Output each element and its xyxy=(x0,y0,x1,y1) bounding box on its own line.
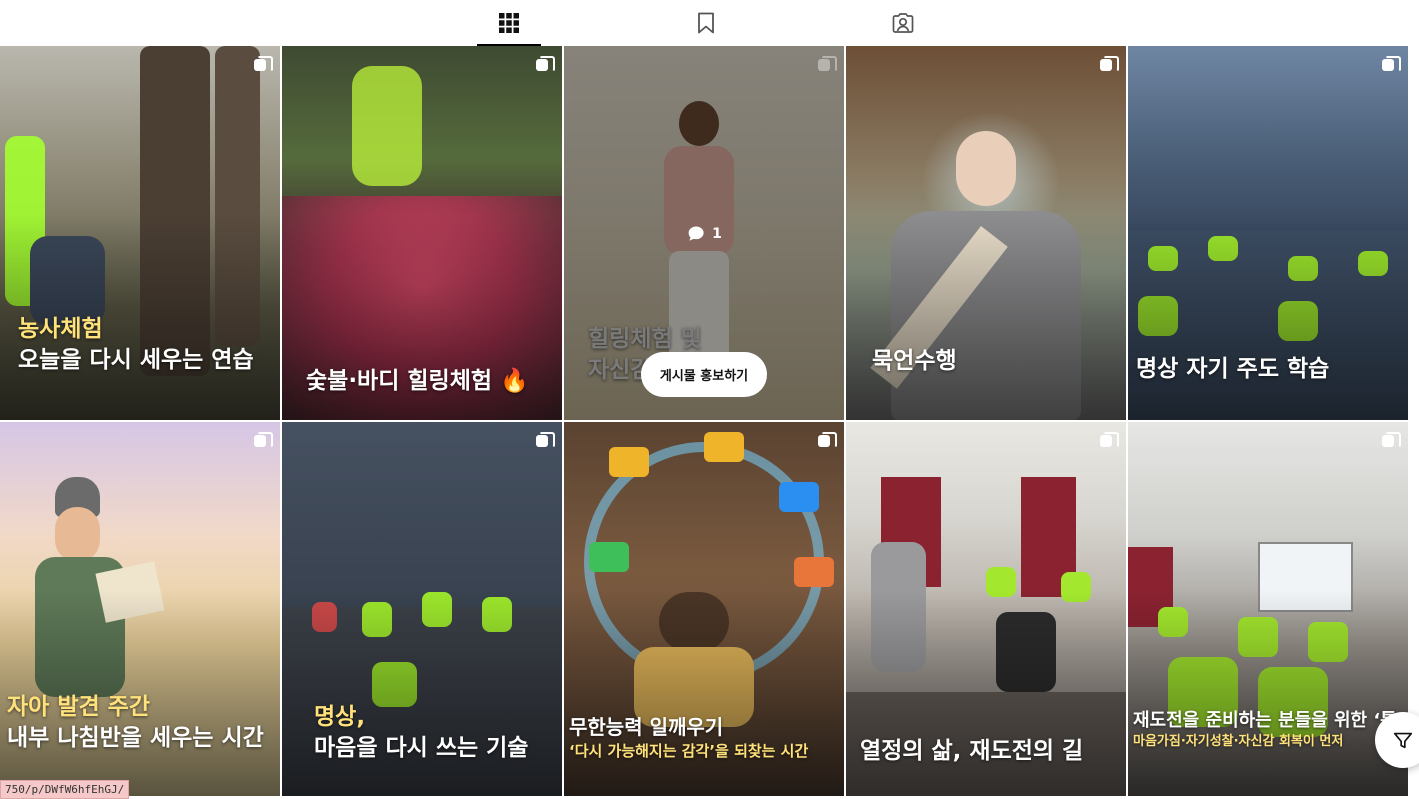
tagged-person-icon xyxy=(892,13,914,33)
status-bar-url: 750/p/DWfW6hfEhGJ/ xyxy=(0,780,130,799)
caption-line: 내부 나침반을 세우는 시간 xyxy=(7,725,264,752)
comment-icon xyxy=(688,226,704,241)
post-caption: 농사체험 오늘을 다시 세우는 연습 xyxy=(18,314,270,376)
carousel-icon xyxy=(818,432,837,448)
post-tile[interactable]: 농사체험 오늘을 다시 세우는 연습 xyxy=(0,46,281,421)
carousel-icon xyxy=(536,56,555,72)
post-tile[interactable]: 자아 발견 주간 내부 나침반을 세우는 시간 xyxy=(0,422,281,797)
carousel-icon xyxy=(818,56,837,72)
caption-line: 재도전을 준비하는 분들을 위한 ‘특 xyxy=(1133,710,1397,731)
post-grid: 농사체험 오늘을 다시 세우는 연습 숯불·바디 힐링체험 🔥 힐링체험 및 자… xyxy=(0,46,1410,799)
post-tile[interactable]: 재도전을 준비하는 분들을 위한 ‘특 마음가짐·자기성찰·자신감 회복이 먼저 xyxy=(1128,422,1409,797)
caption-line: 무한능력 일깨우기 xyxy=(569,715,724,739)
post-caption: 재도전을 준비하는 분들을 위한 ‘특 마음가짐·자기성찰·자신감 회복이 먼저 xyxy=(1133,709,1408,751)
caption-line: 마음을 다시 쓰는 기술 xyxy=(314,735,529,762)
comment-count: 1 xyxy=(686,224,722,244)
post-tile[interactable]: 명상 자기 주도 학습 xyxy=(1128,46,1409,421)
caption-shade xyxy=(846,214,1126,420)
caption-line: 명상, xyxy=(314,704,366,730)
carousel-icon xyxy=(1100,56,1119,72)
bookmark-icon xyxy=(698,12,714,34)
post-caption: 명상 자기 주도 학습 xyxy=(1136,354,1398,385)
post-caption: 명상, 마음을 다시 쓰는 기술 xyxy=(314,702,552,764)
carousel-icon xyxy=(254,432,273,448)
post-tile[interactable]: 힐링체험 및 자신감 1 게시물 홍보하기 xyxy=(564,46,845,421)
filter-icon xyxy=(1393,732,1413,749)
carousel-icon xyxy=(254,56,273,72)
caption-shade xyxy=(1128,590,1408,796)
profile-tab-bar xyxy=(0,0,1419,46)
caption-line: 자아 발견 주간 xyxy=(7,694,150,720)
carousel-icon xyxy=(536,432,555,448)
caption-line: 숯불·바디 힐링체험 🔥 xyxy=(306,368,529,394)
carousel-icon xyxy=(1100,432,1119,448)
grid-icon xyxy=(499,13,519,33)
post-tile[interactable]: 묵언수행 xyxy=(846,46,1127,421)
post-tile[interactable]: 열정의 삶, 재도전의 길 xyxy=(846,422,1127,797)
caption-line: 열정의 삶, 재도전의 길 xyxy=(860,738,1084,764)
caption-line: 오늘을 다시 세우는 연습 xyxy=(18,347,254,374)
caption-line: 명상 자기 주도 학습 xyxy=(1136,356,1330,382)
post-tile[interactable]: 명상, 마음을 다시 쓰는 기술 xyxy=(282,422,563,797)
caption-shade xyxy=(282,590,562,796)
tab-saved[interactable] xyxy=(674,0,738,46)
tab-tagged[interactable] xyxy=(871,0,935,46)
caption-shade xyxy=(564,590,844,796)
carousel-icon xyxy=(1382,432,1401,448)
tab-posts[interactable] xyxy=(477,0,541,46)
caption-line: 힐링체험 및 xyxy=(588,326,702,352)
post-tile[interactable]: 무한능력 일깨우기 ‘다시 가능해지는 감각’을 되찾는 시간 xyxy=(564,422,845,797)
page-edge xyxy=(1410,46,1419,799)
caption-line: 마음가짐·자기성찰·자신감 회복이 먼저 xyxy=(1133,734,1344,750)
carousel-icon xyxy=(1382,56,1401,72)
post-caption: 자아 발견 주간 내부 나침반을 세우는 시간 xyxy=(7,692,270,754)
post-tile[interactable]: 숯불·바디 힐링체험 🔥 xyxy=(282,46,563,421)
caption-shade xyxy=(1128,214,1408,420)
post-caption: 묵언수행 xyxy=(872,346,1116,377)
caption-line: ‘다시 가능해지는 감각’을 되찾는 시간 xyxy=(569,742,809,760)
post-caption: 숯불·바디 힐링체험 🔥 xyxy=(306,366,552,397)
promote-post-button[interactable]: 게시물 홍보하기 xyxy=(641,352,767,397)
caption-line: 농사체험 xyxy=(18,316,103,342)
post-caption: 열정의 삶, 재도전의 길 xyxy=(860,736,1116,767)
caption-line: 묵언수행 xyxy=(872,348,957,374)
post-caption: 무한능력 일깨우기 ‘다시 가능해지는 감각’을 되찾는 시간 xyxy=(569,714,840,761)
comment-count-value: 1 xyxy=(712,226,722,242)
